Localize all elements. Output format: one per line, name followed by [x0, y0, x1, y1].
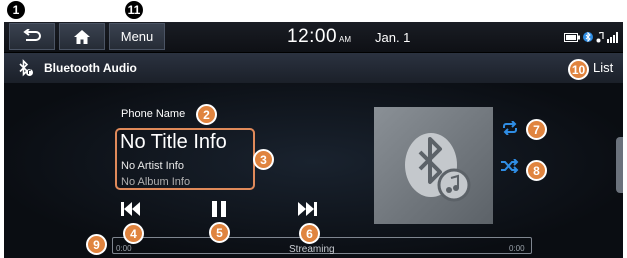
callout-9: 9	[86, 234, 107, 255]
callout-8: 8	[526, 160, 547, 181]
home-icon	[74, 29, 90, 44]
back-button[interactable]	[9, 23, 55, 50]
callout-10: 10	[568, 59, 589, 80]
callout-6: 6	[299, 223, 320, 244]
clock-ampm: AM	[339, 35, 352, 44]
title-bar: Bluetooth Audio List	[4, 53, 623, 83]
side-panel-handle[interactable]	[616, 137, 623, 193]
clock: 12:00 AM	[287, 26, 351, 48]
total-time: 0:00	[509, 244, 525, 253]
repeat-button[interactable]	[501, 121, 519, 135]
back-arrow-icon	[23, 28, 41, 41]
music-status-icon	[596, 31, 604, 42]
status-bar: Menu 12:00 AM Jan. 1	[4, 22, 623, 52]
pause-button[interactable]	[211, 200, 227, 218]
next-track-button[interactable]	[298, 201, 318, 217]
callout-3: 3	[253, 149, 274, 170]
clock-time: 12:00	[287, 26, 338, 47]
track-album: No Album Info	[121, 176, 191, 188]
page-title: Bluetooth Audio	[44, 61, 137, 75]
signal-icon	[607, 31, 618, 43]
home-button[interactable]	[59, 23, 105, 50]
bluetooth-music-art-icon	[405, 133, 471, 202]
track-artist: No Artist Info	[121, 160, 184, 172]
album-art	[374, 107, 493, 224]
previous-track-button[interactable]	[120, 201, 140, 217]
menu-button[interactable]: Menu	[109, 23, 165, 50]
date: Jan. 1	[375, 30, 411, 45]
callout-7: 7	[526, 119, 547, 140]
elapsed-time: 0:00	[116, 244, 132, 253]
callout-5: 5	[209, 222, 230, 243]
battery-icon	[564, 32, 580, 42]
track-title: No Title Info	[120, 131, 227, 153]
shuffle-button[interactable]	[501, 159, 519, 173]
head-unit-screen: Menu 12:00 AM Jan. 1 Bluetooth Audio Lis…	[4, 22, 623, 258]
bluetooth-status-icon	[583, 31, 593, 43]
callout-4: 4	[123, 223, 144, 244]
status-icons	[564, 30, 622, 44]
bluetooth-audio-icon	[19, 59, 33, 77]
callout-1: 1	[7, 1, 25, 19]
phone-name: Phone Name	[121, 108, 186, 120]
callout-11: 11	[125, 1, 143, 19]
list-button[interactable]: List	[593, 60, 613, 75]
callout-2: 2	[196, 104, 217, 125]
streaming-status: Streaming	[289, 244, 335, 255]
